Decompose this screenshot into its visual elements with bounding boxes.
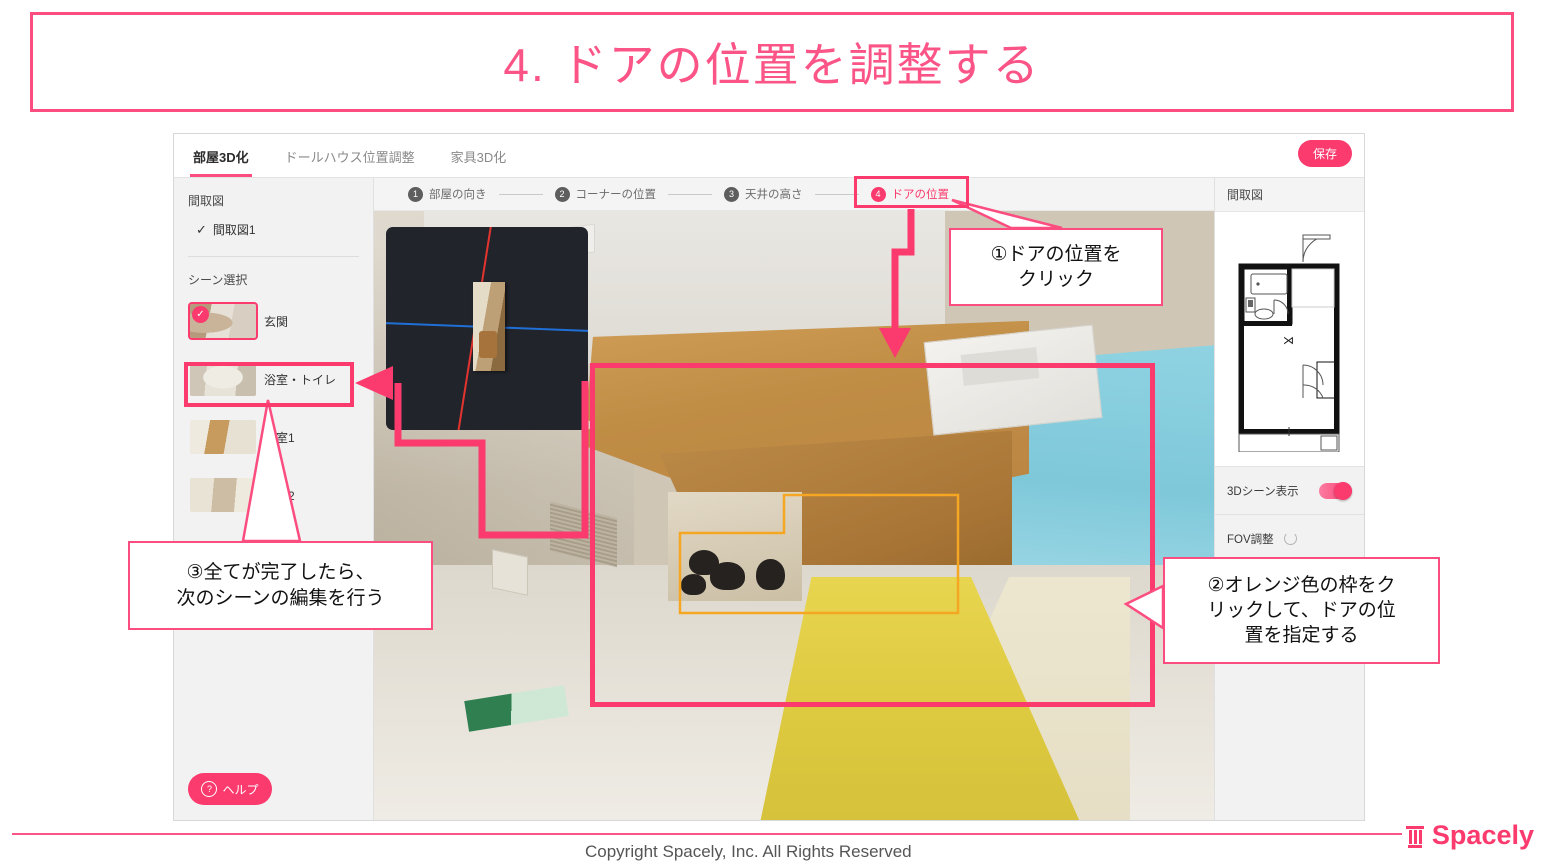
step-label: 天井の高さ [745, 189, 803, 201]
step-connector [498, 193, 543, 195]
left-sidebar: 間取図 ✓ 間取図1 シーン選択 ✓ 玄関 浴室・トイレ 洋室1 洋室2 ? ヘ… [174, 178, 374, 820]
step-indicator: 1 部屋の向き 2 コーナーの位置 3 天井の高さ 4 ドアの位置 [374, 178, 1214, 211]
step-label: 部屋の向き [429, 189, 487, 201]
check-badge-icon: ✓ [192, 306, 209, 323]
step-connector [668, 193, 712, 195]
question-circle-icon: ? [201, 781, 218, 797]
svg-text:⋊: ⋊ [1283, 335, 1294, 347]
scene-item-room2[interactable]: 洋室2 [190, 472, 373, 518]
scene3d-toggle[interactable] [1319, 481, 1352, 500]
copyright-text: Copyright Spacely, Inc. All Rights Reser… [585, 842, 912, 861]
step-label: ドアの位置 [891, 189, 950, 201]
scene-thumbnail [190, 362, 256, 396]
editor-center: 1 部屋の向き 2 コーナーの位置 3 天井の高さ 4 ドアの位置 [374, 178, 1214, 820]
3d-room-model [472, 281, 506, 372]
tab-room3d[interactable]: 部屋3D化 [190, 135, 252, 177]
scene-item-label: 洋室2 [264, 488, 295, 503]
tab-bar: 部屋3D化 ドールハウス位置調整 家具3D化 保存 [174, 134, 1364, 178]
fov-label: FOV調整 [1227, 533, 1274, 546]
scene3d-label: 3Dシーン表示 [1227, 485, 1299, 498]
fov-row[interactable]: FOV調整 [1215, 515, 1364, 563]
sidebar-divider [188, 256, 359, 257]
help-button-label: ヘルプ [222, 782, 259, 797]
scene-item-room1[interactable]: 洋室1 [190, 414, 373, 460]
scene-item-label: 浴室・トイレ [264, 372, 337, 387]
floorplan-preview[interactable]: ⋊ [1215, 212, 1364, 467]
scene-section-label: シーン選択 [188, 273, 248, 287]
step-3-ceiling-height[interactable]: 3 天井の高さ [724, 186, 803, 202]
step-number: 3 [724, 186, 739, 202]
step-number: 2 [554, 186, 570, 202]
step-1-room-orientation[interactable]: 1 部屋の向き [408, 186, 487, 202]
app-window: 部屋3D化 ドールハウス位置調整 家具3D化 保存 間取図 ✓ 間取図1 シーン… [173, 133, 1365, 821]
scene-item-bath-toilet[interactable]: 浴室・トイレ [190, 356, 373, 402]
scene3d-toggle-row[interactable]: 3Dシーン表示 [1215, 467, 1364, 515]
step-number: 4 [870, 186, 886, 202]
scene-item-label: 洋室1 [264, 430, 295, 445]
scene-item-label: 玄関 [264, 314, 289, 329]
loading-spinner-icon [1283, 532, 1297, 545]
right-panel: 間取図 ⋊ 3Dシーン表示 FOV調整 [1214, 178, 1364, 820]
tab-furniture3d[interactable]: 家具3D化 [448, 135, 510, 177]
slide-title-box: 4. ドアの位置を調整する [30, 12, 1514, 112]
floorplan-item-label: 間取図1 [212, 223, 256, 237]
step-number: 1 [408, 186, 423, 202]
spacely-logo: Spacely [1403, 820, 1534, 851]
spacely-logo-text: Spacely [1431, 820, 1534, 850]
step-label: コーナーの位置 [575, 189, 657, 201]
help-button[interactable]: ? ヘルプ [188, 773, 272, 805]
page-title: 4. ドアの位置を調整する [503, 39, 1041, 91]
door-region-polygon[interactable] [674, 489, 964, 619]
step-4-door-position[interactable]: 4 ドアの位置 [870, 186, 950, 202]
pillar-icon [1405, 825, 1424, 848]
floorplan-section-label: 間取図 [188, 194, 225, 208]
scene-list: ✓ 玄関 浴室・トイレ 洋室1 洋室2 [174, 296, 373, 518]
right-panel-header: 間取図 [1215, 178, 1364, 212]
tab-dollhouse[interactable]: ドールハウス位置調整 [282, 135, 418, 177]
save-button[interactable]: 保存 [1298, 140, 1352, 167]
3d-preview-inset[interactable] [386, 227, 588, 430]
floorplan-item-1[interactable]: ✓ 間取図1 [174, 217, 373, 242]
step-2-corner-position[interactable]: 2 コーナーの位置 [554, 186, 657, 202]
footer-divider [12, 833, 1402, 835]
scene-item-genkan[interactable]: ✓ 玄関 [188, 298, 373, 344]
check-icon: ✓ [196, 221, 207, 237]
scene-thumbnail: ✓ [188, 302, 258, 340]
panorama-viewport[interactable] [374, 211, 1214, 820]
scene-thumbnail [190, 478, 256, 512]
fov-input-field[interactable] [1225, 573, 1354, 597]
step-connector [814, 193, 859, 195]
scene-thumbnail [190, 420, 256, 454]
floorplan-diagram: ⋊ [1238, 234, 1339, 452]
